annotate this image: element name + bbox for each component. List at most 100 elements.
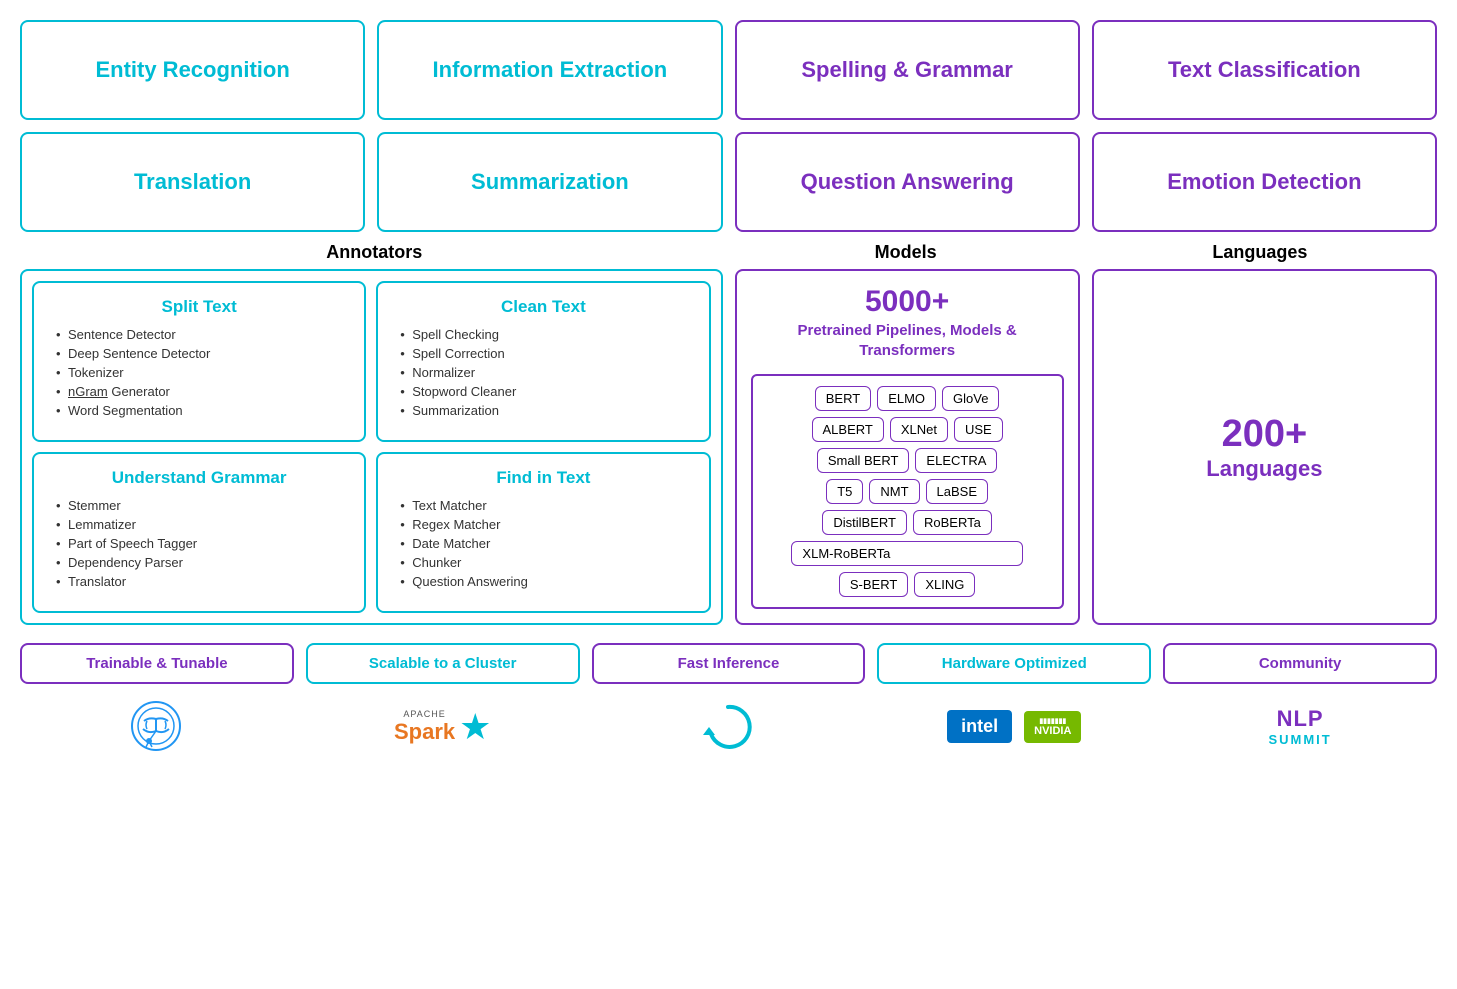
card-label: Entity Recognition bbox=[95, 57, 289, 83]
list-item: •Deep Sentence Detector bbox=[56, 346, 350, 361]
arrow-icon bbox=[701, 694, 756, 759]
model-row-6: XLM-RoBERTa bbox=[763, 541, 1052, 566]
find-in-text-title: Find in Text bbox=[392, 468, 694, 488]
section-labels-row: Annotators Models Languages bbox=[20, 242, 1437, 263]
card-spelling-grammar[interactable]: Spelling & Grammar bbox=[735, 20, 1080, 120]
list-item: •Lemmatizer bbox=[56, 517, 350, 532]
list-item: •Summarization bbox=[400, 403, 694, 418]
split-text-list: •Sentence Detector •Deep Sentence Detect… bbox=[48, 327, 350, 418]
fast-inference-badge-container: Fast Inference bbox=[592, 643, 866, 759]
languages-label: Languages bbox=[1083, 242, 1437, 263]
clean-text-card: Clean Text •Spell Checking •Spell Correc… bbox=[376, 281, 710, 442]
list-item: •Translator bbox=[56, 574, 350, 589]
models-section: 5000+ Pretrained Pipelines, Models & Tra… bbox=[735, 269, 1080, 625]
card-label: Translation bbox=[134, 169, 251, 195]
hardware-badge-container: Hardware Optimized intel ▮▮▮▮▮▮▮ NVIDIA bbox=[877, 643, 1151, 759]
list-item: •Date Matcher bbox=[400, 536, 694, 551]
card-question-answering[interactable]: Question Answering bbox=[735, 132, 1080, 232]
clean-text-title: Clean Text bbox=[392, 297, 694, 317]
list-item: •Question Answering bbox=[400, 574, 694, 589]
model-tag-distilbert: DistilBERT bbox=[822, 510, 907, 535]
card-label: Spelling & Grammar bbox=[801, 57, 1013, 83]
find-in-text-card: Find in Text •Text Matcher •Regex Matche… bbox=[376, 452, 710, 613]
list-item: •Text Matcher bbox=[400, 498, 694, 513]
list-item: •Spell Checking bbox=[400, 327, 694, 342]
models-description: Pretrained Pipelines, Models & Transform… bbox=[751, 321, 1064, 360]
model-row-5: DistilBERT RoBERTa bbox=[763, 510, 1052, 535]
model-tag-sbert: S-BERT bbox=[839, 572, 908, 597]
list-item: •Spell Correction bbox=[400, 346, 694, 361]
spark-icon: APACHE Spark ★ bbox=[394, 694, 491, 759]
languages-text: Languages bbox=[1206, 456, 1322, 482]
scalable-badge-container: Scalable to a Cluster APACHE Spark ★ bbox=[306, 643, 580, 759]
model-tag-xling: XLING bbox=[914, 572, 975, 597]
community-badge-label[interactable]: Community bbox=[1163, 643, 1437, 684]
split-text-title: Split Text bbox=[48, 297, 350, 317]
understand-grammar-card: Understand Grammar •Stemmer •Lemmatizer … bbox=[32, 452, 366, 613]
model-row-7: S-BERT XLING bbox=[763, 572, 1052, 597]
model-tag-bert: BERT bbox=[815, 386, 871, 411]
model-tag-use: USE bbox=[954, 417, 1003, 442]
card-label: Question Answering bbox=[801, 169, 1014, 195]
model-tag-glove: GloVe bbox=[942, 386, 999, 411]
model-tag-electra: ELECTRA bbox=[915, 448, 997, 473]
clean-text-list: •Spell Checking •Spell Correction •Norma… bbox=[392, 327, 694, 418]
main-container: Entity Recognition Information Extractio… bbox=[20, 20, 1437, 759]
models-count: 5000+ bbox=[865, 285, 949, 319]
model-row-1: BERT ELMO GloVe bbox=[763, 386, 1052, 411]
community-badge-container: Community NLP SUMMIT bbox=[1163, 643, 1437, 759]
nlp-summit-logo: NLP SUMMIT bbox=[1268, 694, 1331, 759]
model-tag-small-bert: Small BERT bbox=[817, 448, 910, 473]
understand-grammar-title: Understand Grammar bbox=[48, 468, 350, 488]
list-item: •Word Segmentation bbox=[56, 403, 350, 418]
list-item: •Chunker bbox=[400, 555, 694, 570]
content-area: Split Text •Sentence Detector •Deep Sent… bbox=[20, 269, 1437, 625]
hw-logos: intel ▮▮▮▮▮▮▮ NVIDIA bbox=[947, 694, 1081, 759]
model-tag-albert: ALBERT bbox=[812, 417, 884, 442]
trainable-badge-label[interactable]: Trainable & Tunable bbox=[20, 643, 294, 684]
list-item: •Tokenizer bbox=[56, 365, 350, 380]
model-row-2: ALBERT XLNet USE bbox=[763, 417, 1052, 442]
trainable-badge-container: Trainable & Tunable bbox=[20, 643, 294, 759]
card-entity-recognition[interactable]: Entity Recognition bbox=[20, 20, 365, 120]
list-item: •Dependency Parser bbox=[56, 555, 350, 570]
annotators-section: Split Text •Sentence Detector •Deep Sent… bbox=[20, 269, 723, 625]
card-translation[interactable]: Translation bbox=[20, 132, 365, 232]
card-label: Summarization bbox=[471, 169, 629, 195]
languages-count: 200+ bbox=[1222, 413, 1308, 456]
model-tag-xlnet: XLNet bbox=[890, 417, 948, 442]
models-label: Models bbox=[729, 242, 1083, 263]
model-tag-xlm-roberta: XLM-RoBERTa bbox=[791, 541, 1022, 566]
list-item: •nGram Generator bbox=[56, 384, 350, 399]
split-text-card: Split Text •Sentence Detector •Deep Sent… bbox=[32, 281, 366, 442]
card-summarization[interactable]: Summarization bbox=[377, 132, 722, 232]
list-item: •Normalizer bbox=[400, 365, 694, 380]
list-item: •Stemmer bbox=[56, 498, 350, 513]
card-label: Information Extraction bbox=[433, 57, 668, 83]
hardware-badge-label[interactable]: Hardware Optimized bbox=[877, 643, 1151, 684]
card-information-extraction[interactable]: Information Extraction bbox=[377, 20, 722, 120]
model-tag-t5: T5 bbox=[826, 479, 863, 504]
understand-grammar-list: •Stemmer •Lemmatizer •Part of Speech Tag… bbox=[48, 498, 350, 589]
card-text-classification[interactable]: Text Classification bbox=[1092, 20, 1437, 120]
model-row-3: Small BERT ELECTRA bbox=[763, 448, 1052, 473]
bottom-section: Trainable & Tunable bbox=[20, 643, 1437, 759]
nvidia-logo: ▮▮▮▮▮▮▮ NVIDIA bbox=[1024, 711, 1081, 743]
model-tag-nmt: NMT bbox=[869, 479, 919, 504]
card-label: Text Classification bbox=[1168, 57, 1361, 83]
intel-logo: intel bbox=[947, 710, 1012, 743]
model-tags-container: BERT ELMO GloVe ALBERT XLNet USE Small B… bbox=[751, 374, 1064, 609]
list-item: •Stopword Cleaner bbox=[400, 384, 694, 399]
card-emotion-detection[interactable]: Emotion Detection bbox=[1092, 132, 1437, 232]
brain-icon bbox=[129, 694, 184, 759]
top-card-grid: Entity Recognition Information Extractio… bbox=[20, 20, 1437, 232]
model-tag-labse: LaBSE bbox=[926, 479, 988, 504]
list-item: •Sentence Detector bbox=[56, 327, 350, 342]
annotators-label: Annotators bbox=[20, 242, 729, 263]
model-row-4: T5 NMT LaBSE bbox=[763, 479, 1052, 504]
languages-section: 200+ Languages bbox=[1092, 269, 1437, 625]
fast-inference-badge-label[interactable]: Fast Inference bbox=[592, 643, 866, 684]
list-item: •Regex Matcher bbox=[400, 517, 694, 532]
model-tag-roberta: RoBERTa bbox=[913, 510, 992, 535]
scalable-badge-label[interactable]: Scalable to a Cluster bbox=[306, 643, 580, 684]
